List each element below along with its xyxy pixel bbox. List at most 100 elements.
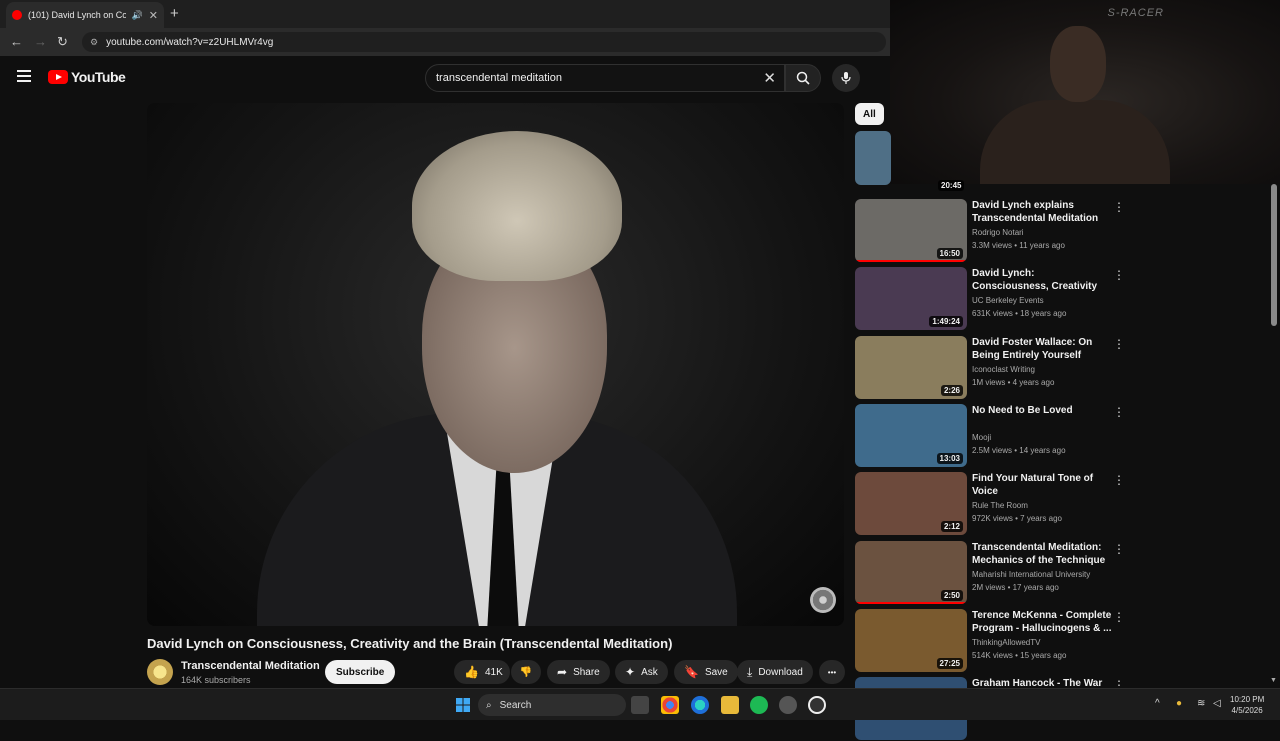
page-scrollbar[interactable] <box>1271 184 1277 326</box>
edge-icon[interactable] <box>691 696 709 714</box>
share-button[interactable]: ➦ Share <box>547 660 610 684</box>
video-actions-row: Transcendental Meditation 164K subscribe… <box>147 657 847 687</box>
sparkle-icon: ✦ <box>625 665 636 679</box>
video-meta: 514K views • 15 years ago <box>972 651 1067 660</box>
thumbs-up-icon: 👍 <box>464 665 479 679</box>
video-channel: Rule The Room <box>972 501 1028 510</box>
more-options-icon[interactable]: ⋮ <box>1113 473 1125 487</box>
video-channel: UC Berkeley Events <box>972 296 1044 305</box>
recommended-video-item[interactable]: 16:50 David Lynch explains Transcendental… <box>855 199 1130 263</box>
youtube-logo[interactable]: YouTube <box>48 69 126 85</box>
webcam-person-body <box>980 100 1170 184</box>
search-button[interactable] <box>785 64 821 92</box>
youtube-play-icon <box>48 70 68 84</box>
youtube-header: YouTube transcendental meditation ✕ <box>0 56 890 100</box>
video-channel: ThinkingAllowedTV <box>972 638 1041 647</box>
forward-arrow-icon[interactable]: → <box>34 34 47 49</box>
save-button[interactable]: 🔖 Save <box>674 660 738 684</box>
url-field[interactable]: ⚙ youtube.com/watch?v=z2UHLMVr4vg <box>82 32 886 52</box>
file-explorer-icon[interactable] <box>721 696 739 714</box>
recommended-video-item[interactable]: 27:25 Terence McKenna - Complete Program … <box>855 609 1130 673</box>
subscriber-count: 164K subscribers <box>181 675 251 685</box>
more-actions-button[interactable]: ••• <box>819 660 845 684</box>
app-ring-icon[interactable] <box>808 696 826 714</box>
recommended-video-item[interactable]: 2:50 Transcendental Meditation: Mechanics… <box>855 541 1130 605</box>
back-arrow-icon[interactable]: ← <box>10 34 23 49</box>
video-title: David Lynch: Consciousness, Creativity a… <box>972 268 1098 292</box>
volume-icon[interactable]: ◁ <box>1213 698 1221 709</box>
channel-avatar[interactable] <box>147 659 173 685</box>
video-duration: 2:50 <box>940 590 963 601</box>
video-channel: Maharishi International University <box>972 570 1091 579</box>
video-thumbnail: 13:03 <box>855 404 967 467</box>
more-options-icon[interactable]: ⋮ <box>1113 405 1125 419</box>
video-thumbnail: 2:12 <box>855 472 967 535</box>
more-options-icon[interactable]: ⋮ <box>1113 542 1125 556</box>
share-label: Share <box>573 666 600 678</box>
close-tab-icon[interactable]: ✕ <box>149 9 158 22</box>
recommended-video-item[interactable]: 13:03 No Need to Be Loved Mooji 2.5M views … <box>855 404 1130 468</box>
clear-search-icon[interactable]: ✕ <box>763 69 776 87</box>
new-tab-button[interactable]: + <box>170 5 179 22</box>
more-options-icon[interactable]: ⋮ <box>1113 268 1125 282</box>
video-channel: Iconoclast Writing <box>972 365 1035 374</box>
like-button[interactable]: 👍 41K <box>454 660 510 684</box>
download-button[interactable]: ⤓ Download <box>737 660 813 684</box>
voice-search-button[interactable] <box>832 64 860 92</box>
watch-progress-bar <box>855 602 967 604</box>
video-duration: 2:12 <box>940 521 963 532</box>
tray-overflow-icon[interactable]: ^ <box>1155 698 1160 709</box>
recommended-video-item[interactable]: 2:12 Find Your Natural Tone of Voice Rule … <box>855 472 1130 536</box>
video-title: Terence McKenna - Complete Program - Hal… <box>972 610 1112 634</box>
sidebar-partial-item[interactable] <box>855 131 891 185</box>
app-icon[interactable] <box>779 696 797 714</box>
ask-button[interactable]: ✦ Ask <box>615 660 668 684</box>
wifi-icon[interactable]: ≋ <box>1197 698 1205 709</box>
reload-icon[interactable]: ↻ <box>57 34 68 50</box>
channel-name[interactable]: Transcendental Meditation <box>181 660 320 672</box>
more-options-icon[interactable]: ⋮ <box>1113 200 1125 214</box>
search-value: transcendental meditation <box>436 72 562 84</box>
microphone-tray-icon[interactable]: ● <box>1176 698 1182 709</box>
speaker-icon[interactable]: 🔊 <box>132 10 143 21</box>
recommended-video-item[interactable]: 1:49:24 David Lynch: Consciousness, Creat… <box>855 267 1130 331</box>
watch-progress-bar <box>855 260 967 262</box>
chrome-icon[interactable] <box>661 696 679 714</box>
windows-start-icon[interactable] <box>454 696 472 714</box>
menu-icon[interactable] <box>17 70 31 85</box>
thumbs-down-icon: 👎 <box>519 666 533 678</box>
system-clock[interactable]: 10:20 PM 4/5/2026 <box>1230 694 1264 716</box>
video-meta: 1M views • 4 years ago <box>972 378 1055 387</box>
video-thumbnail: 27:25 <box>855 609 967 672</box>
download-label: Download <box>758 666 803 678</box>
recommended-video-item[interactable]: 2:26 David Foster Wallace: On Being Entir… <box>855 336 1130 400</box>
browser-tab[interactable]: (101) David Lynch on Consc 🔊 ✕ <box>6 2 164 28</box>
filter-chip-all[interactable]: All <box>855 103 884 125</box>
share-icon: ➦ <box>557 665 568 679</box>
video-title: David Foster Wallace: On Being Entirely … <box>972 337 1093 361</box>
site-info-icon[interactable]: ⚙ <box>90 37 98 48</box>
video-duration: 1:49:24 <box>929 316 963 327</box>
video-thumbnail: 2:50 <box>855 541 967 604</box>
webcam-watermark: S-RACER <box>1107 7 1164 19</box>
video-meta: 2.5M views • 14 years ago <box>972 446 1066 455</box>
more-options-icon[interactable]: ⋮ <box>1113 337 1125 351</box>
video-player[interactable] <box>147 103 844 626</box>
task-view-icon[interactable] <box>631 696 649 714</box>
spotify-icon[interactable] <box>750 696 768 714</box>
webcam-person-head <box>1050 26 1106 102</box>
address-bar-row: ← → ↻ ⚙ youtube.com/watch?v=z2UHLMVr4vg <box>0 28 890 56</box>
youtube-logo-text: YouTube <box>71 69 126 85</box>
video-channel: Rodrigo Notari <box>972 228 1024 237</box>
dislike-button[interactable]: 👎 <box>511 660 541 684</box>
clock-time: 10:20 PM <box>1230 695 1265 704</box>
loading-spinner-icon <box>810 587 836 613</box>
more-options-icon[interactable]: ⋮ <box>1113 610 1125 624</box>
video-hair-shape <box>412 131 622 281</box>
scroll-down-arrow-icon[interactable]: ▼ <box>1270 677 1277 684</box>
search-input[interactable]: transcendental meditation ✕ <box>425 64 785 92</box>
url-text: youtube.com/watch?v=z2UHLMVr4vg <box>106 36 274 48</box>
video-thumbnail: 1:49:24 <box>855 267 967 330</box>
subscribe-button[interactable]: Subscribe <box>325 660 396 684</box>
taskbar-search[interactable]: ⌕ Search <box>478 694 626 716</box>
